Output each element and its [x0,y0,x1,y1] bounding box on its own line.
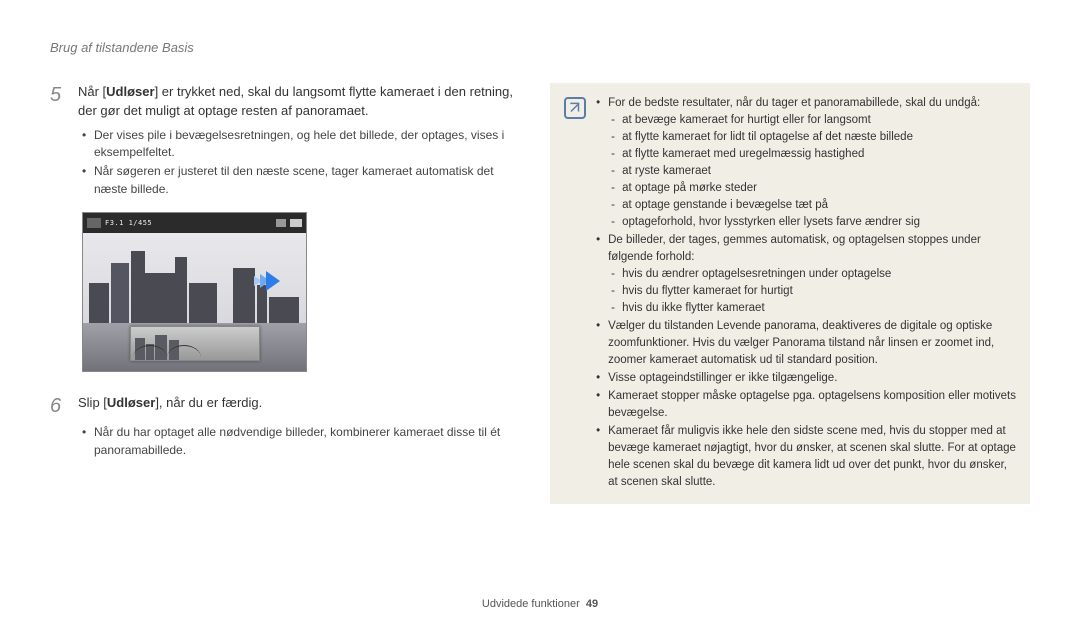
step-6-number: 6 [50,394,68,418]
step-6-body: Slip [Udløser], når du er færdig. [78,394,262,413]
page-header: Brug af tilstandene Basis [50,40,1030,55]
camera-exposure-text: F3.1 1/455 [105,219,152,227]
step-5-number: 5 [50,83,68,107]
page: Brug af tilstandene Basis 5 Når [Udløser… [0,0,1080,630]
step-6-suffix: ], når du er færdig. [155,395,262,410]
tip-subitem: hvis du ikke flytter kameraet [608,300,1016,317]
step-5-body: Når [Udløser] er trykket ned, skal du la… [78,83,520,121]
camera-preview: F3.1 1/455 [82,212,307,372]
tip-item: Kameraet stopper måske optagelse pga. op… [596,388,1016,422]
tip-item: Kameraet får muligvis ikke hele den sids… [596,423,1016,491]
tip-subitem: at flytte kameraet for lidt til optagels… [608,129,1016,146]
tip-text: De billeder, der tages, gemmes automatis… [608,234,981,263]
footer-section: Udvidede funktioner [482,598,580,610]
skyline-building [89,283,109,323]
tip-subitem: at optage på mørke steder [608,180,1016,197]
skyline-building [131,251,145,323]
right-column: For de bedste resultater, når du tager e… [550,83,1030,504]
step-6-bold: Udløser [107,395,155,410]
step-5-bold: Udløser [106,84,154,99]
step-6-bullet-1: Når du har optaget alle nødvendige bille… [82,424,520,459]
camera-battery-icon [290,219,302,227]
page-footer: Udvidede funktioner 49 [0,598,1080,610]
step-5-bullet-1: Der vises pile i bevægelsesretningen, og… [82,127,520,162]
tip-item: Vælger du tilstanden Levende panorama, d… [596,318,1016,369]
note-icon [564,97,586,119]
tip-subitem: at bevæge kameraet for hurtigt eller for… [608,112,1016,129]
tip-item: For de bedste resultater, når du tager e… [596,95,1016,231]
tip-item: De billeder, der tages, gemmes automatis… [596,232,1016,317]
direction-arrow-icon [266,271,280,291]
camera-sky [83,233,306,323]
skyline-building [233,268,255,323]
footer-page-number: 49 [586,598,598,610]
tip-subitem: hvis du ændrer optagelsesretningen under… [608,266,1016,283]
step-6: 6 Slip [Udløser], når du er færdig. [50,394,520,418]
tip-subitem: hvis du flytter kameraet for hurtigt [608,283,1016,300]
tip-content: For de bedste resultater, når du tager e… [596,95,1016,492]
step-6-bullets: Når du har optaget alle nødvendige bille… [82,424,520,459]
skyline-building [145,273,175,323]
tip-text: For de bedste resultater, når du tager e… [608,97,980,109]
panorama-preview-strip [130,326,260,361]
step-6-prefix: Slip [ [78,395,107,410]
camera-mode-icon [87,218,101,228]
tip-box: For de bedste resultater, når du tager e… [550,83,1030,504]
left-column: 5 Når [Udløser] er trykket ned, skal du … [50,83,530,504]
content-columns: 5 Når [Udløser] er trykket ned, skal du … [50,83,1030,504]
step-5-bullet-2: Når søgeren er justeret til den næste sc… [82,163,520,198]
strip-bridge [133,342,203,356]
step-5-prefix: Når [ [78,84,106,99]
camera-top-bar: F3.1 1/455 [83,213,306,233]
skyline-building [269,297,299,323]
skyline-building [111,263,129,323]
tip-subitem: optageforhold, hvor lysstyrken eller lys… [608,214,1016,231]
tip-subitem: at optage genstande i bevægelse tæt på [608,197,1016,214]
tip-subitem: at flytte kameraet med uregelmæssig hast… [608,146,1016,163]
skyline-building [175,257,187,323]
camera-status-icon [276,219,286,227]
tip-item: Visse optageindstillinger er ikke tilgæn… [596,370,1016,387]
tip-subitem: at ryste kameraet [608,163,1016,180]
step-5-bullets: Der vises pile i bevægelsesretningen, og… [82,127,520,199]
step-5: 5 Når [Udløser] er trykket ned, skal du … [50,83,520,121]
skyline-building [189,283,217,323]
